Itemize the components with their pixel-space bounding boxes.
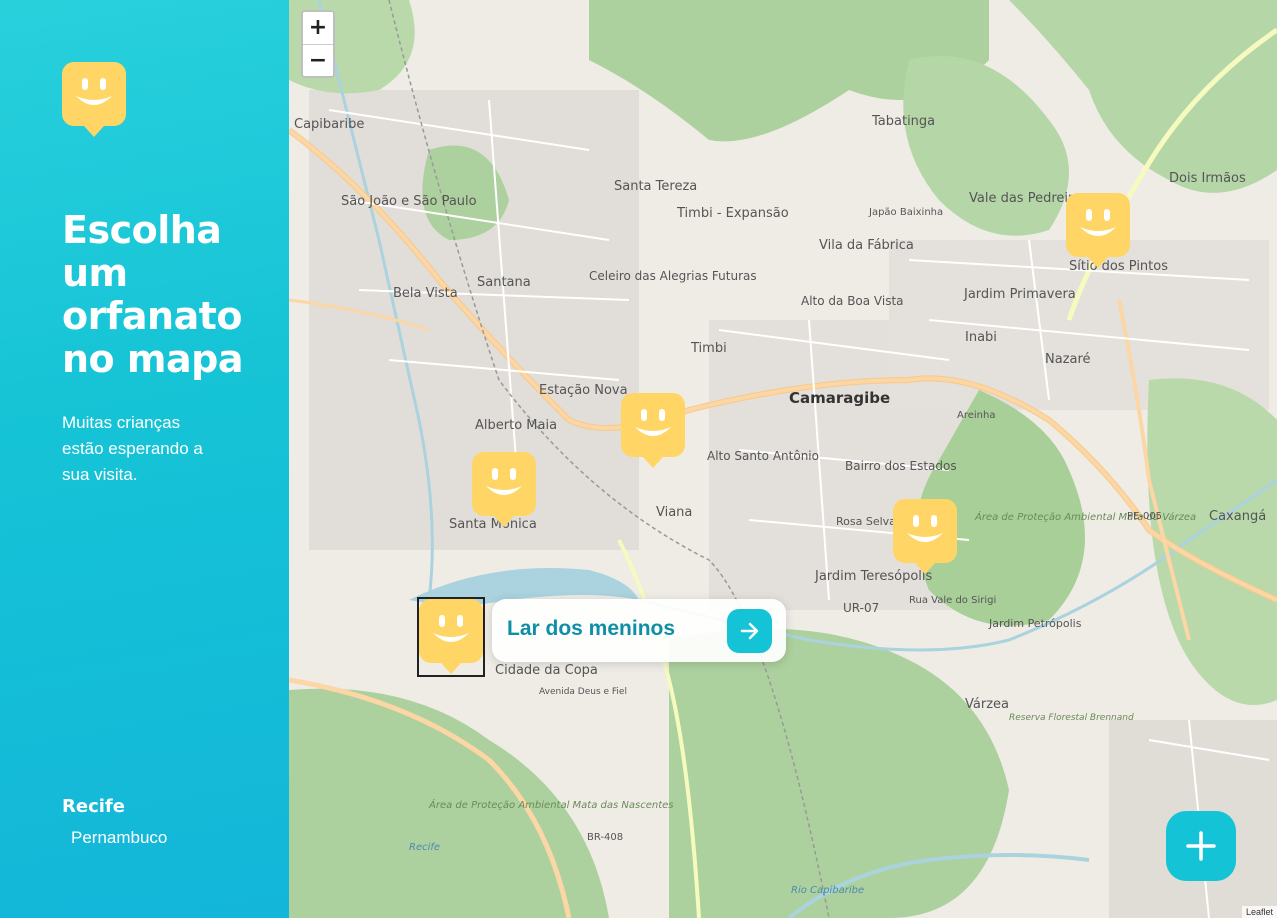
orphanage-map-pin-selected[interactable] bbox=[417, 597, 485, 677]
map-label: Celeiro das Alegrias Futuras bbox=[589, 269, 757, 283]
map-label: Cidade da Copa bbox=[495, 663, 598, 678]
map-label: Japão Baixinha bbox=[868, 207, 943, 218]
arrow-right-icon bbox=[740, 622, 759, 640]
map-label: Rua Vale do Sirigi bbox=[909, 595, 996, 606]
map-label: Nazaré bbox=[1045, 352, 1091, 367]
map-label: UR-07 bbox=[843, 601, 879, 615]
map-label: Vila da Fábrica bbox=[819, 238, 914, 253]
location-city: Recife bbox=[62, 796, 125, 817]
smiling-map-pin-icon bbox=[893, 499, 957, 574]
map-label: Recife bbox=[409, 842, 440, 853]
zoom-out-button[interactable]: − bbox=[303, 44, 333, 76]
orphanage-map-pin[interactable] bbox=[621, 393, 685, 469]
map-label: Santa Tereza bbox=[614, 179, 697, 194]
smiling-map-pin-icon bbox=[62, 62, 126, 138]
map-label: Estação Nova bbox=[539, 383, 628, 398]
map[interactable]: Capibaribe São João e São Paulo Santa Te… bbox=[289, 0, 1277, 918]
map-label: Jardim Petrópolis bbox=[988, 617, 1082, 630]
map-label: BR-408 bbox=[587, 832, 623, 843]
map-label: São João e São Paulo bbox=[341, 194, 477, 209]
map-label: Várzea bbox=[965, 697, 1009, 712]
page-title: Escolha um orfanato no mapa bbox=[62, 208, 243, 381]
orphanage-popup: Lar dos meninos bbox=[492, 599, 786, 662]
page-subtitle: Muitas crianças estão esperando a sua vi… bbox=[62, 413, 203, 484]
map-label: Caxangá bbox=[1209, 509, 1266, 524]
smiling-map-pin-icon bbox=[472, 452, 536, 527]
map-label: Bela Vista bbox=[393, 286, 458, 301]
map-label: Tabatinga bbox=[871, 114, 935, 129]
zoom-in-button[interactable]: + bbox=[303, 12, 333, 44]
plus-icon bbox=[1186, 831, 1216, 861]
map-label: Jardim Primavera bbox=[963, 287, 1076, 302]
map-label: Camaragibe bbox=[789, 389, 890, 407]
map-label: Alberto Maia bbox=[475, 418, 557, 433]
map-tiles[interactable]: Capibaribe São João e São Paulo Santa Te… bbox=[289, 0, 1277, 918]
orphanage-map-pin[interactable] bbox=[1066, 193, 1130, 269]
zoom-control: + − bbox=[301, 10, 335, 78]
sidebar: Escolha um orfanato no mapa Muitas crian… bbox=[0, 0, 289, 918]
map-label: Área de Proteção Ambiental Mata das Nasc… bbox=[428, 798, 674, 811]
orphanage-map-pin[interactable] bbox=[893, 499, 957, 575]
map-attribution[interactable]: Leaflet bbox=[1241, 906, 1277, 918]
map-label: Timbi bbox=[690, 341, 727, 356]
map-label: PE-005 bbox=[1127, 511, 1162, 522]
map-label: Reserva Florestal Brennand bbox=[1009, 713, 1134, 723]
map-label: Alto da Boa Vista bbox=[801, 294, 904, 308]
create-orphanage-button[interactable] bbox=[1166, 811, 1236, 881]
map-label: Rio Capibaribe bbox=[791, 885, 864, 896]
orphanage-name: Lar dos meninos bbox=[507, 617, 676, 640]
map-label: Timbi - Expansão bbox=[676, 206, 789, 221]
map-label: Areinha bbox=[957, 410, 995, 421]
location-state: Pernambuco bbox=[71, 828, 168, 847]
smiling-map-pin-icon bbox=[1066, 193, 1130, 268]
map-label: Inabi bbox=[965, 330, 997, 345]
view-orphanage-button[interactable] bbox=[727, 609, 772, 653]
map-label: Santana bbox=[477, 275, 531, 290]
map-label: Viana bbox=[656, 505, 692, 520]
smiling-map-pin-icon bbox=[621, 393, 685, 468]
map-label: Dois Irmãos bbox=[1169, 171, 1246, 186]
map-label: Capibaribe bbox=[294, 117, 364, 132]
orphanage-map-pin[interactable] bbox=[472, 452, 536, 528]
map-label: Avenida Deus e Fiel bbox=[539, 687, 627, 697]
map-label: Bairro dos Estados bbox=[845, 459, 957, 473]
map-label: Área de Proteção Ambiental Mata da Várze… bbox=[974, 510, 1196, 523]
map-label: Rosa Selva bbox=[836, 515, 896, 528]
map-label: Alto Santo Antônio bbox=[707, 449, 819, 463]
smiling-map-pin-icon bbox=[419, 599, 483, 674]
